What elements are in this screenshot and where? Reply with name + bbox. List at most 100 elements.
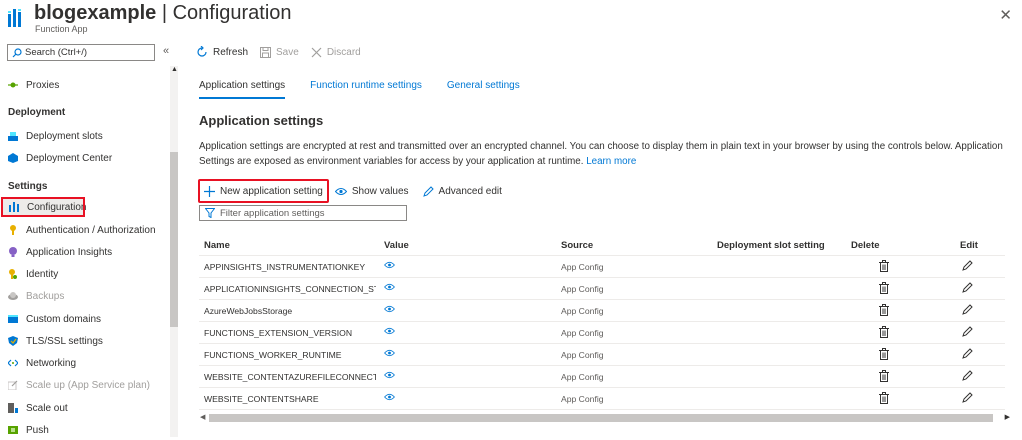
column-value[interactable]: Value bbox=[384, 240, 544, 251]
setting-name[interactable]: FUNCTIONS_EXTENSION_VERSION bbox=[204, 328, 376, 338]
delete-button[interactable] bbox=[879, 260, 889, 274]
sidebar-item-scale-up[interactable]: Scale up (App Service plan) bbox=[0, 375, 168, 395]
column-delete: Delete bbox=[851, 240, 880, 251]
configuration-icon bbox=[9, 202, 19, 212]
setting-name[interactable]: APPINSIGHTS_INSTRUMENTATIONKEY bbox=[204, 262, 376, 272]
sidebar-item-label: Networking bbox=[26, 357, 77, 369]
sidebar-item-label: Scale out bbox=[26, 402, 68, 414]
hidden-value-link[interactable]: Hidden value. Click to show value bbox=[384, 305, 544, 313]
sidebar-item-tls-ssl[interactable]: TLS/SSL settings bbox=[0, 331, 168, 351]
edit-button[interactable] bbox=[962, 348, 973, 361]
discard-button[interactable]: Discard bbox=[311, 47, 361, 58]
setting-source: App Config bbox=[561, 284, 604, 294]
show-values-label: Show values bbox=[351, 185, 409, 197]
proxies-icon bbox=[8, 82, 18, 88]
new-application-setting-button[interactable]: New application setting bbox=[198, 179, 329, 203]
show-values-button[interactable]: Show values bbox=[334, 185, 409, 197]
sidebar-item-proxies[interactable]: Proxies bbox=[0, 75, 168, 95]
setting-name[interactable]: APPLICATIONINSIGHTS_CONNECTION_STRIN bbox=[204, 284, 376, 294]
tab-general-settings[interactable]: General settings bbox=[447, 80, 520, 99]
sidebar-item-identity[interactable]: Identity bbox=[0, 264, 168, 284]
identity-icon bbox=[9, 269, 17, 279]
setting-name[interactable]: WEBSITE_CONTENTAZUREFILECONNECTIONS bbox=[204, 372, 376, 382]
sidebar-item-backups[interactable]: Backups bbox=[0, 286, 168, 306]
pencil-icon bbox=[962, 348, 973, 359]
new-setting-label: New application setting bbox=[220, 185, 323, 197]
section-description: Application settings are encrypted at re… bbox=[199, 139, 1011, 169]
edit-button[interactable] bbox=[962, 260, 973, 273]
sidebar-item-networking[interactable]: Networking bbox=[0, 353, 168, 373]
delete-button[interactable] bbox=[879, 348, 889, 362]
table-row: APPLICATIONINSIGHTS_CONNECTION_STRIN Hidd… bbox=[199, 278, 1005, 300]
filter-placeholder: Filter application settings bbox=[220, 207, 325, 219]
sidebar-scroll-thumb[interactable] bbox=[170, 152, 178, 327]
delete-button[interactable] bbox=[879, 392, 889, 406]
sidebar-item-configuration[interactable]: Configuration bbox=[1, 197, 87, 217]
advanced-edit-button[interactable]: Advanced edit bbox=[422, 185, 502, 197]
delete-button[interactable] bbox=[879, 304, 889, 318]
deployment-center-icon bbox=[8, 153, 18, 163]
setting-name[interactable]: AzureWebJobsStorage bbox=[204, 306, 376, 316]
hidden-value-link[interactable]: Hidden value. Click to show value bbox=[384, 327, 544, 335]
insights-icon bbox=[9, 247, 17, 257]
filter-input[interactable]: Filter application settings bbox=[199, 205, 407, 221]
tab-application-settings[interactable]: Application settings bbox=[199, 80, 286, 99]
hidden-value-text: Hidden value. Click to show value bbox=[384, 355, 513, 357]
save-button[interactable]: Save bbox=[260, 46, 299, 58]
settings-grid: Name Value Source Deployment slot settin… bbox=[199, 234, 1005, 410]
pencil-icon bbox=[962, 304, 973, 315]
column-deployment-slot-setting[interactable]: Deployment slot setting bbox=[717, 240, 825, 251]
hidden-value-text: Hidden value. Click to show value bbox=[384, 289, 513, 291]
sidebar-item-label: Configuration bbox=[27, 201, 87, 213]
sidebar-item-push[interactable]: Push bbox=[0, 420, 168, 440]
column-source[interactable]: Source bbox=[561, 240, 593, 251]
learn-more-link[interactable]: Learn more bbox=[586, 156, 636, 167]
hidden-value-link[interactable]: Hidden value. Click to show value bbox=[384, 261, 544, 269]
hidden-value-link[interactable]: Hidden value. Click to show value bbox=[384, 393, 544, 401]
edit-button[interactable] bbox=[962, 370, 973, 383]
settings-tabs: Application settings Function runtime se… bbox=[199, 80, 545, 99]
main-content: Refresh Save Discard Application setting… bbox=[190, 42, 1022, 437]
sidebar-item-custom-domains[interactable]: Custom domains bbox=[0, 309, 168, 329]
grid-scroll-thumb[interactable] bbox=[209, 414, 993, 422]
push-icon bbox=[8, 426, 18, 434]
pencil-icon bbox=[962, 326, 973, 337]
refresh-button[interactable]: Refresh bbox=[196, 46, 248, 58]
edit-button[interactable] bbox=[962, 282, 973, 295]
hidden-value-link[interactable]: Hidden value. Click to show value bbox=[384, 349, 544, 357]
networking-icon bbox=[8, 359, 18, 367]
hidden-value-link[interactable]: Hidden value. Click to show value bbox=[384, 371, 544, 379]
scroll-right-icon[interactable]: ▶ bbox=[1005, 413, 1010, 421]
sidebar-item-authentication[interactable]: Authentication / Authorization bbox=[0, 220, 168, 240]
sidebar-item-label: Custom domains bbox=[26, 313, 102, 325]
setting-name[interactable]: FUNCTIONS_WORKER_RUNTIME bbox=[204, 350, 376, 360]
sidebar: Search (Ctrl+/) « ▲ Proxies Deployment D… bbox=[0, 42, 180, 437]
setting-name[interactable]: WEBSITE_CONTENTSHARE bbox=[204, 394, 376, 404]
delete-button[interactable] bbox=[879, 282, 889, 296]
scroll-left-icon[interactable]: ◀ bbox=[200, 413, 205, 421]
sidebar-item-deployment-center[interactable]: Deployment Center bbox=[0, 148, 168, 168]
hidden-value-link[interactable]: Hidden value. Click to show value bbox=[384, 283, 544, 291]
sidebar-item-deployment-slots[interactable]: Deployment slots bbox=[0, 126, 168, 146]
search-input[interactable]: Search (Ctrl+/) bbox=[7, 44, 155, 61]
close-icon[interactable]: ✕ bbox=[999, 6, 1012, 24]
scroll-up-icon[interactable]: ▲ bbox=[171, 66, 178, 73]
delete-button[interactable] bbox=[879, 370, 889, 384]
sidebar-item-scale-out[interactable]: Scale out bbox=[0, 398, 168, 418]
edit-button[interactable] bbox=[962, 304, 973, 317]
sidebar-item-application-insights[interactable]: Application Insights bbox=[0, 242, 168, 262]
edit-button[interactable] bbox=[962, 392, 973, 405]
sidebar-item-label: Application Insights bbox=[26, 246, 113, 258]
tab-function-runtime-settings[interactable]: Function runtime settings bbox=[310, 80, 422, 99]
trash-icon bbox=[879, 282, 889, 294]
page-subtitle: Function App bbox=[35, 24, 88, 34]
advanced-edit-label: Advanced edit bbox=[438, 185, 502, 197]
sidebar-item-label: Push bbox=[26, 424, 49, 436]
delete-button[interactable] bbox=[879, 326, 889, 340]
grid-horizontal-scrollbar[interactable]: ◀ ▶ bbox=[199, 413, 1011, 423]
column-name[interactable]: Name bbox=[204, 240, 376, 251]
refresh-label: Refresh bbox=[213, 46, 249, 58]
key-icon bbox=[10, 225, 16, 235]
edit-button[interactable] bbox=[962, 326, 973, 339]
collapse-sidebar-icon[interactable]: « bbox=[163, 45, 169, 57]
